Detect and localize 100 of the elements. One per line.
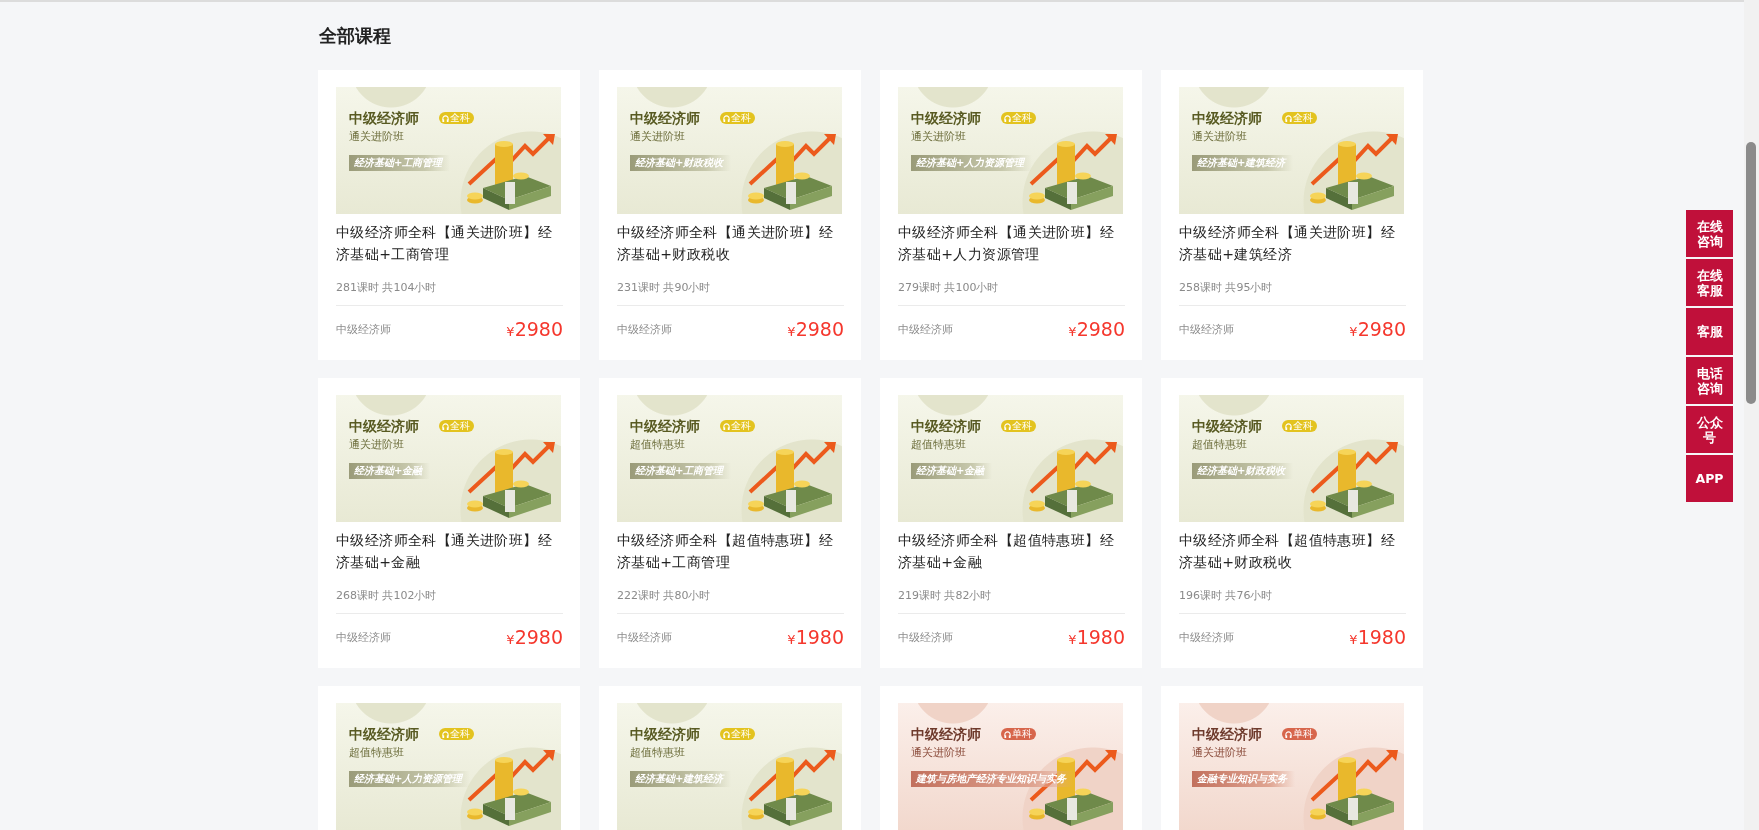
side-button[interactable]: 在线咨询	[1686, 210, 1733, 257]
banner-class-name: 通关进阶班	[349, 438, 404, 452]
course-title[interactable]: 中级经济师全科【通关进阶班】经济基础+金融	[336, 529, 563, 573]
banner-tag: 全科	[720, 112, 755, 124]
banner-brand: 中级经济师	[1192, 725, 1262, 743]
banner-brand: 中级经济师	[911, 417, 981, 435]
banner-brand: 中级经济师	[1192, 109, 1262, 127]
course-title[interactable]: 中级经济师全科【通关进阶班】经济基础+建筑经济	[1179, 221, 1406, 265]
banner-subjects: 经济基础+金融	[349, 463, 431, 479]
headphones-icon	[1285, 730, 1292, 738]
course-title[interactable]: 中级经济师全科【通关进阶班】经济基础+财政税收	[617, 221, 844, 265]
banner-class-name: 超值特惠班	[630, 438, 685, 452]
course-title[interactable]: 中级经济师全科【通关进阶班】经济基础+人力资源管理	[898, 221, 1125, 265]
course-category: 中级经济师	[1179, 629, 1234, 646]
banner-tag: 全科	[1001, 112, 1036, 124]
banner-class-name: 通关进阶班	[1192, 746, 1247, 760]
banner-tag: 单科	[1001, 728, 1036, 740]
course-category: 中级经济师	[617, 321, 672, 338]
course-card[interactable]: 中级经济师 单科 通关进阶班 建筑与房地产经济专业知识与实务	[880, 686, 1142, 830]
banner-class-name: 超值特惠班	[1192, 438, 1247, 452]
course-hours: 219课时 共82小时	[898, 588, 1125, 614]
banner-subjects: 经济基础+工商管理	[349, 155, 451, 171]
course-price: ¥2980	[1068, 316, 1125, 342]
banner-subjects: 金融专业知识与实务	[1192, 771, 1295, 787]
course-category: 中级经济师	[898, 321, 953, 338]
side-button[interactable]: APP	[1686, 455, 1733, 502]
banner-class-name: 通关进阶班	[1192, 130, 1247, 144]
headphones-icon	[442, 730, 449, 738]
banner-brand: 中级经济师	[630, 109, 700, 127]
side-button[interactable]: 公众号	[1686, 406, 1733, 453]
course-card[interactable]: 中级经济师 全科 超值特惠班 经济基础+建筑经济	[599, 686, 861, 830]
banner-tag: 全科	[720, 420, 755, 432]
banner-class-name: 通关进阶班	[630, 130, 685, 144]
banner-brand: 中级经济师	[911, 725, 981, 743]
side-button[interactable]: 在线客服	[1686, 259, 1733, 306]
course-category: 中级经济师	[617, 629, 672, 646]
banner-brand: 中级经济师	[349, 417, 419, 435]
section-title: 全部课程	[319, 24, 392, 48]
course-card[interactable]: 中级经济师 全科 通关进阶班 经济基础+建筑经济 中级经济师全科【通关进阶班】经济基础+建筑经济 258课时 共95小时 中级经济师 ¥2980	[1161, 70, 1423, 360]
course-price: ¥1980	[1349, 624, 1406, 650]
course-hours: 196课时 共76小时	[1179, 588, 1406, 614]
course-card[interactable]: 中级经济师 全科 通关进阶班 经济基础+工商管理 中级经济师全科【通关进阶班】经济基础+工商管理 281课时 共104小时 中级经济师 ¥2980	[318, 70, 580, 360]
headphones-icon	[723, 730, 730, 738]
banner-class-name: 通关进阶班	[349, 130, 404, 144]
headphones-icon	[442, 422, 449, 430]
banner-subjects: 经济基础+财政税收	[630, 155, 732, 171]
course-title[interactable]: 中级经济师全科【超值特惠班】经济基础+工商管理	[617, 529, 844, 573]
headphones-icon	[1285, 422, 1292, 430]
course-card[interactable]: 中级经济师 全科 通关进阶班 经济基础+人力资源管理 中级经济师全科【通关进阶班】经济基础+人力资源管理 279课时 共100小时 中级经济师 ¥2980	[880, 70, 1142, 360]
banner-tag: 全科	[1001, 420, 1036, 432]
side-button[interactable]: 电话咨询	[1686, 357, 1733, 404]
course-hours: 222课时 共80小时	[617, 588, 844, 614]
course-price: ¥2980	[506, 316, 563, 342]
banner-subjects: 经济基础+金融	[911, 463, 993, 479]
banner-class-name: 超值特惠班	[911, 438, 966, 452]
banner-tag: 全科	[439, 728, 474, 740]
headphones-icon	[723, 114, 730, 122]
course-card[interactable]: 中级经济师 单科 通关进阶班 金融专业知识与实务	[1161, 686, 1423, 830]
course-card[interactable]: 中级经济师 全科 超值特惠班 经济基础+工商管理 中级经济师全科【超值特惠班】经济基础+工商管理 222课时 共80小时 中级经济师 ¥1980	[599, 378, 861, 668]
banner-brand: 中级经济师	[630, 417, 700, 435]
banner-subjects: 经济基础+建筑经济	[1192, 155, 1294, 171]
course-card[interactable]: 中级经济师 全科 通关进阶班 经济基础+金融 中级经济师全科【通关进阶班】经济基础+金融 268课时 共102小时 中级经济师 ¥2980	[318, 378, 580, 668]
banner-class-name: 超值特惠班	[349, 746, 404, 760]
course-price: ¥2980	[1349, 316, 1406, 342]
course-category: 中级经济师	[898, 629, 953, 646]
banner-tag: 全科	[1282, 420, 1317, 432]
course-card[interactable]: 中级经济师 全科 超值特惠班 经济基础+金融 中级经济师全科【超值特惠班】经济基础+金融 219课时 共82小时 中级经济师 ¥1980	[880, 378, 1142, 668]
banner-subjects: 经济基础+工商管理	[630, 463, 732, 479]
course-card[interactable]: 中级经济师 全科 超值特惠班 经济基础+财政税收 中级经济师全科【超值特惠班】经济基础+财政税收 196课时 共76小时 中级经济师 ¥1980	[1161, 378, 1423, 668]
banner-class-name: 通关进阶班	[911, 746, 966, 760]
course-hours: 279课时 共100小时	[898, 280, 1125, 306]
banner-subjects: 经济基础+建筑经济	[630, 771, 732, 787]
headphones-icon	[723, 422, 730, 430]
course-price: ¥2980	[787, 316, 844, 342]
course-title[interactable]: 中级经济师全科【超值特惠班】经济基础+财政税收	[1179, 529, 1406, 573]
course-title[interactable]: 中级经济师全科【通关进阶班】经济基础+工商管理	[336, 221, 563, 265]
course-hours: 231课时 共90小时	[617, 280, 844, 306]
headphones-icon	[1004, 730, 1011, 738]
banner-tag: 全科	[439, 420, 474, 432]
course-price: ¥2980	[506, 624, 563, 650]
banner-tag: 全科	[439, 112, 474, 124]
course-hours: 268课时 共102小时	[336, 588, 563, 614]
banner-brand: 中级经济师	[630, 725, 700, 743]
course-title[interactable]: 中级经济师全科【超值特惠班】经济基础+金融	[898, 529, 1125, 573]
course-card[interactable]: 中级经济师 全科 通关进阶班 经济基础+财政税收 中级经济师全科【通关进阶班】经济基础+财政税收 231课时 共90小时 中级经济师 ¥2980	[599, 70, 861, 360]
banner-class-name: 通关进阶班	[911, 130, 966, 144]
headphones-icon	[442, 114, 449, 122]
banner-brand: 中级经济师	[911, 109, 981, 127]
headphones-icon	[1004, 422, 1011, 430]
banner-subjects: 经济基础+财政税收	[1192, 463, 1294, 479]
banner-brand: 中级经济师	[1192, 417, 1262, 435]
course-category: 中级经济师	[1179, 321, 1234, 338]
banner-class-name: 超值特惠班	[630, 746, 685, 760]
course-price: ¥1980	[1068, 624, 1125, 650]
banner-subjects: 经济基础+人力资源管理	[911, 155, 1033, 171]
side-button[interactable]: 客服	[1686, 308, 1733, 355]
course-card[interactable]: 中级经济师 全科 超值特惠班 经济基础+人力资源管理	[318, 686, 580, 830]
banner-tag: 全科	[720, 728, 755, 740]
banner-tag: 单科	[1282, 728, 1317, 740]
scrollbar-thumb[interactable]	[1746, 142, 1756, 404]
